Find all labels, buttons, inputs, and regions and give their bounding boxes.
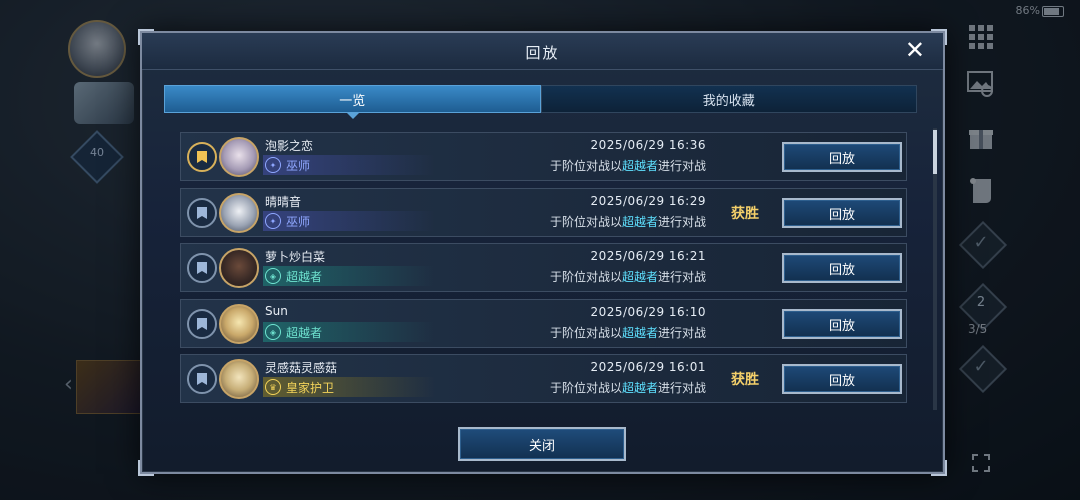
- replay-button[interactable]: 回放: [782, 142, 902, 172]
- replay-button[interactable]: 回放: [782, 364, 902, 394]
- victory-label: 获胜: [731, 372, 759, 388]
- dialog-title: 回放: [525, 44, 560, 62]
- opponent-class: ♛ 皇家护卫: [263, 377, 435, 397]
- replay-row: 晴晴音 ✦ 巫师 2025/06/29 16:29 于阶位对战以超越者进行对战 获…: [180, 188, 907, 237]
- replay-button[interactable]: 回放: [782, 309, 902, 339]
- opponent-name: 晴晴音: [265, 195, 302, 209]
- dialog-corner: [138, 460, 154, 476]
- bookmark-icon[interactable]: [187, 253, 217, 283]
- replay-dialog: 回放 ✕ 一览 我的收藏 泡影之恋 ✦ 巫师 2025/06/29 16:36 于…: [138, 29, 947, 476]
- tab-overview[interactable]: 一览: [164, 85, 541, 113]
- replay-button[interactable]: 回放: [782, 253, 902, 283]
- opponent-class: ✦ 巫师: [263, 211, 435, 231]
- opponent-class: ◈ 超越者: [263, 322, 435, 342]
- tab-my-favorites[interactable]: 我的收藏: [540, 85, 917, 113]
- close-button[interactable]: 关闭: [458, 427, 626, 461]
- opponent-avatar: [219, 359, 259, 399]
- bookmark-icon[interactable]: [187, 364, 217, 394]
- class-emblem-icon: ♛: [265, 379, 281, 395]
- opponent-name: Sun: [265, 304, 288, 318]
- replay-row: 萝卜炒白菜 ◈ 超越者 2025/06/29 16:21 于阶位对战以超越者进行对…: [180, 243, 907, 292]
- match-datetime: 2025/06/29 16:36: [590, 138, 706, 152]
- bookmark-icon[interactable]: [187, 309, 217, 339]
- replay-button[interactable]: 回放: [782, 198, 902, 228]
- match-datetime: 2025/06/29 16:21: [590, 249, 706, 263]
- bookmark-icon[interactable]: [187, 142, 217, 172]
- match-description: 于阶位对战以超越者进行对战: [549, 381, 706, 395]
- opponent-name: 灵感菇灵感菇: [265, 361, 338, 375]
- class-emblem-icon: ✦: [265, 157, 281, 173]
- victory-label: 获胜: [731, 206, 759, 222]
- dialog-corner: [931, 460, 947, 476]
- tab-bar: 一览 我的收藏: [164, 85, 917, 113]
- active-tab-pointer: [346, 112, 360, 119]
- opponent-avatar: [219, 137, 259, 177]
- opponent-name: 萝卜炒白菜: [265, 250, 326, 264]
- opponent-avatar: [219, 304, 259, 344]
- match-description: 于阶位对战以超越者进行对战: [549, 270, 706, 284]
- class-emblem-icon: ✦: [265, 213, 281, 229]
- opponent-name: 泡影之恋: [265, 139, 314, 153]
- match-datetime: 2025/06/29 16:10: [590, 305, 706, 319]
- replay-row: 泡影之恋 ✦ 巫师 2025/06/29 16:36 于阶位对战以超越者进行对战 …: [180, 132, 907, 181]
- class-emblem-icon: ◈: [265, 324, 281, 340]
- opponent-avatar: [219, 193, 259, 233]
- replay-row: Sun ◈ 超越者 2025/06/29 16:10 于阶位对战以超越者进行对战 …: [180, 299, 907, 348]
- match-description: 于阶位对战以超越者进行对战: [549, 326, 706, 340]
- bookmark-icon[interactable]: [187, 198, 217, 228]
- opponent-class: ✦ 巫师: [263, 155, 435, 175]
- opponent-class: ◈ 超越者: [263, 266, 435, 286]
- close-icon[interactable]: ✕: [905, 38, 925, 62]
- match-datetime: 2025/06/29 16:01: [590, 360, 706, 374]
- list-scrollbar[interactable]: [933, 128, 937, 410]
- replay-row: 灵感菇灵感菇 ♛ 皇家护卫 2025/06/29 16:01 于阶位对战以超越者进…: [180, 354, 907, 403]
- match-description: 于阶位对战以超越者进行对战: [549, 215, 706, 229]
- opponent-avatar: [219, 248, 259, 288]
- match-datetime: 2025/06/29 16:29: [590, 194, 706, 208]
- class-emblem-icon: ◈: [265, 268, 281, 284]
- match-description: 于阶位对战以超越者进行对战: [549, 159, 706, 173]
- scroll-thumb[interactable]: [933, 130, 937, 174]
